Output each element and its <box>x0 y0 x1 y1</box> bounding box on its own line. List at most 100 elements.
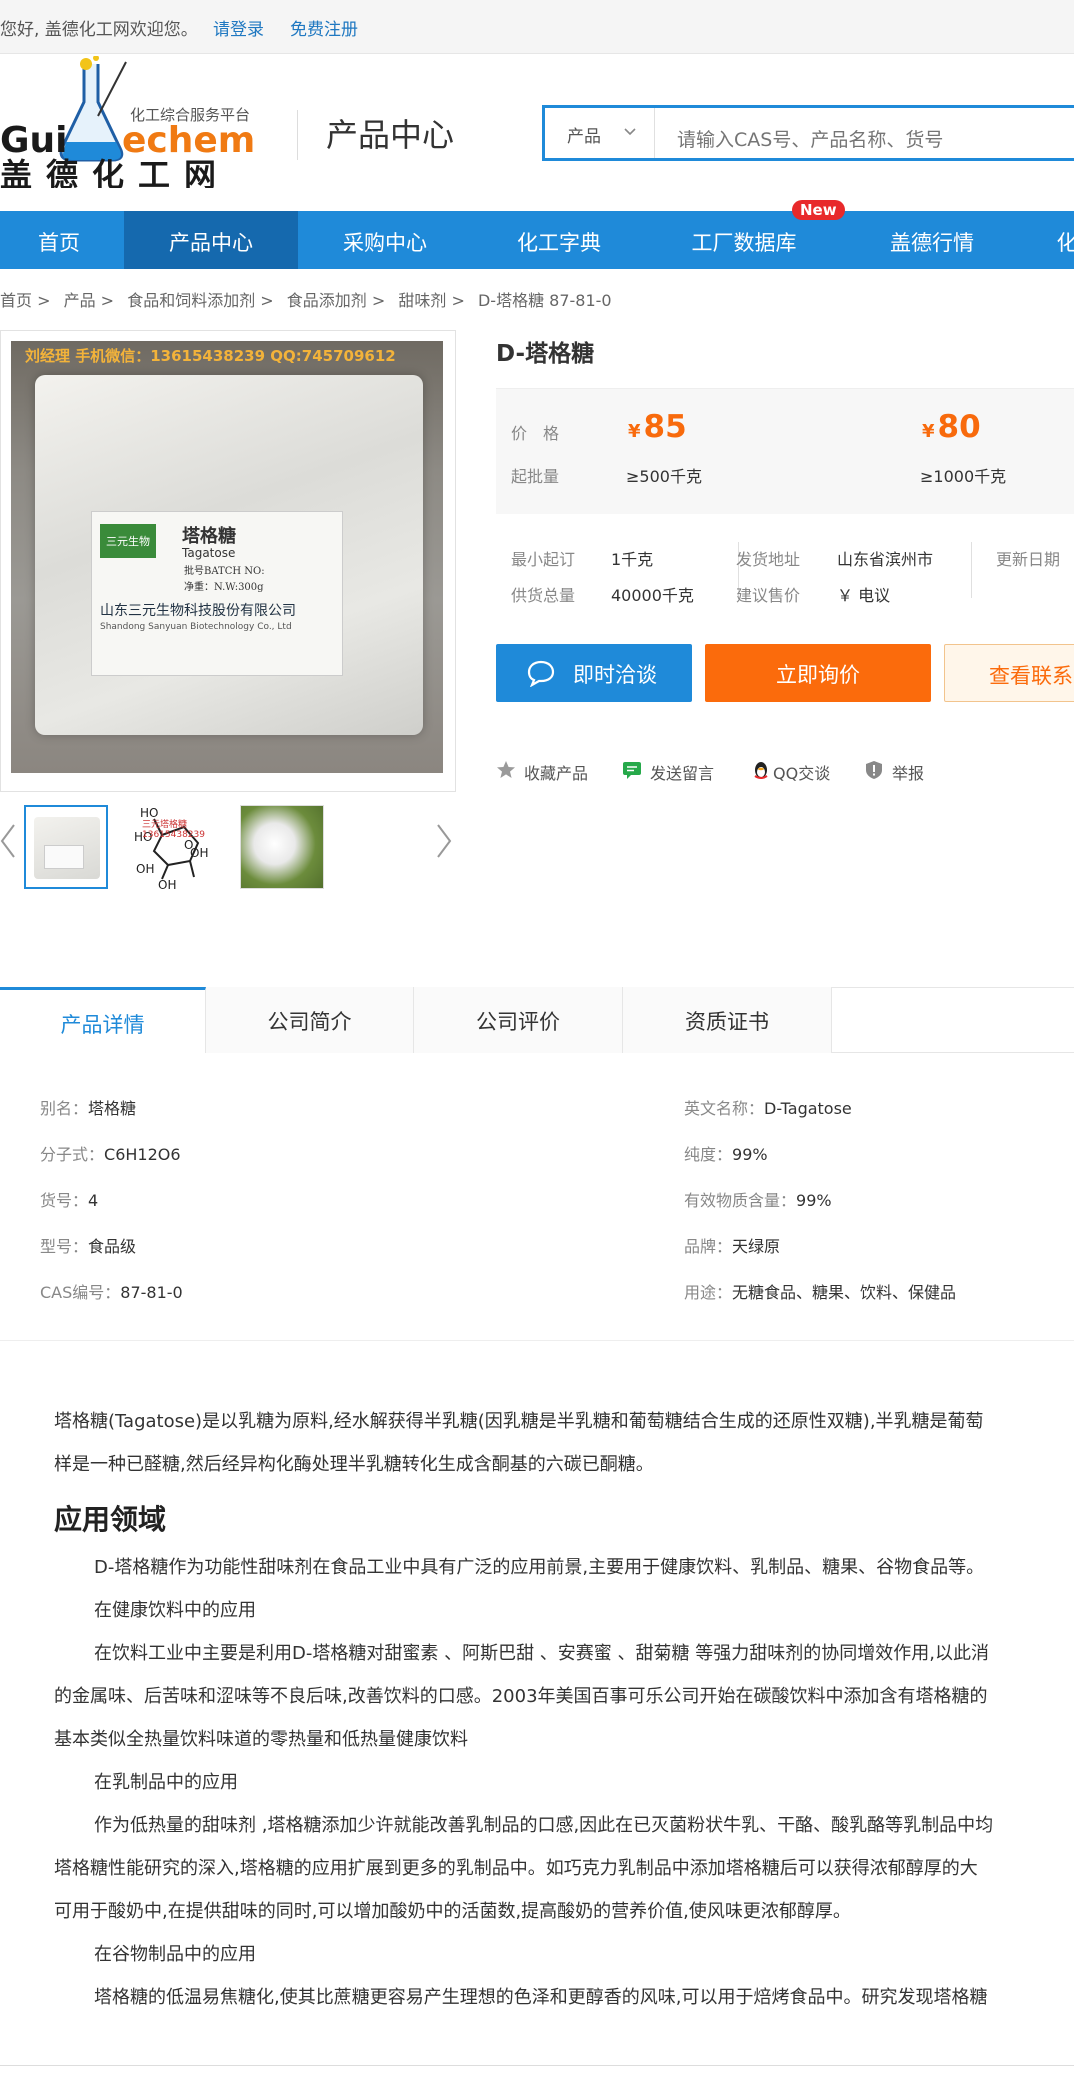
header-divider <box>297 110 298 160</box>
cereal-line-1: 塔格糖的低温易焦糖化,使其比蔗糖更容易产生理想的色泽和更醇香的风味,可以用于焙烤… <box>94 1987 988 2008</box>
nav-item-purchase[interactable]: 采购中心 <box>298 211 472 269</box>
breadcrumb-home[interactable]: 首页 > <box>0 291 51 310</box>
attr-english-name: 英文名称：D-Tagatose <box>684 1095 852 1119</box>
qq-penguin-icon <box>751 760 771 780</box>
favorite-label: 收藏产品 <box>524 764 589 783</box>
attr-value: D-Tagatose <box>764 1099 852 1118</box>
price-value: 85 <box>643 409 687 445</box>
attr-key: 分子式： <box>40 1145 105 1164</box>
thumbnail-strip: HO HO O OH OH OH 三元塔格糖 13615438239 <box>0 805 456 890</box>
attr-cas: CAS编号：87-81-0 <box>40 1279 183 1303</box>
subheading-cereal: 在谷物制品中的应用 <box>94 1944 256 1965</box>
supply-value: 40000千克 <box>611 586 694 605</box>
chevron-right-icon[interactable] <box>436 823 452 868</box>
site-logo[interactable]: 化工综合服务平台 Gui echem 盖德化工网 <box>0 55 270 194</box>
attr-value: C6H12O6 <box>104 1145 181 1164</box>
thumbnail-spoon-photo <box>241 806 323 888</box>
attr-key: 型号： <box>40 1237 89 1256</box>
top-bar: 您好, 盖德化工网欢迎您。 请登录 免费注册 <box>0 0 1074 54</box>
ship-label: 发货地址 <box>736 550 801 569</box>
nav-item-market[interactable]: 盖德行情 <box>842 211 1022 269</box>
chat-button-label: 即时洽谈 <box>573 663 657 687</box>
price-tier-1: ¥85 <box>628 409 687 445</box>
thumbnail-2[interactable]: HO HO O OH OH OH 三元塔格糖 13615438239 <box>132 805 216 889</box>
search-input[interactable] <box>657 108 1074 158</box>
login-link[interactable]: 请登录 <box>213 15 264 40</box>
chat-button[interactable]: 即时洽谈 <box>496 644 692 702</box>
currency-symbol: ¥ <box>922 421 935 442</box>
attr-key: 品牌： <box>684 1237 733 1256</box>
tab-company-review[interactable]: 公司评价 <box>414 987 623 1053</box>
breadcrumb-sweetener[interactable]: 甜味剂 > <box>398 291 465 310</box>
inquire-button[interactable]: 立即询价 <box>705 644 931 702</box>
subheading-beverage: 在健康饮料中的应用 <box>94 1600 256 1621</box>
attr-value: 99% <box>732 1145 768 1164</box>
update-date-label: 更新日期 <box>996 550 1061 569</box>
label-weight: 净重：N.W:300g <box>184 582 264 593</box>
nav-item-home[interactable]: 首页 <box>0 211 118 269</box>
label-product-en: Tagatose <box>182 546 236 560</box>
price-value: 80 <box>937 409 981 445</box>
attr-value: 87-81-0 <box>120 1283 183 1302</box>
attr-key: 英文名称： <box>684 1099 765 1118</box>
detail-tabs: 产品详情 公司简介 公司评价 资质证书 <box>0 987 1074 1053</box>
nav-item-more[interactable]: 化 <box>1052 211 1074 269</box>
intro-line-2: 样是一种已醛糖,然后经异构化酶处理半乳糖转化生成含酮基的六碳已酮糖。 <box>54 1454 654 1475</box>
ship-value: 山东省滨州市 <box>837 550 934 569</box>
logo-english-left: Gui <box>0 120 68 161</box>
breadcrumb-products[interactable]: 产品 > <box>64 291 115 310</box>
thumbnail-1[interactable] <box>24 805 108 889</box>
beverage-line-3: 基本类似全热量饮料味道的零热量和低热量健康饮料 <box>54 1729 468 1750</box>
greeting-text: 您好, 盖德化工网欢迎您。 <box>0 20 198 40</box>
attr-key: 用途： <box>684 1283 733 1302</box>
label-company: 山东三元生物科技股份有限公司 <box>100 603 296 619</box>
attr-key: 有效物质含量： <box>684 1191 797 1210</box>
nav-item-products[interactable]: 产品中心 <box>124 211 298 269</box>
attr-active-content: 有效物质含量：99% <box>684 1187 832 1211</box>
dairy-line-3: 可用于酸奶中,在提供甜味的同时,可以增加酸奶中的活菌数,提高酸奶的营养价值,使风… <box>54 1901 851 1922</box>
min-qty-label: 起批量 <box>511 467 560 486</box>
report-label: 举报 <box>892 764 925 783</box>
attr-value: 99% <box>796 1191 832 1210</box>
intro-line-1: 塔格糖(Tagatose)是以乳糖为原料,经水解获得半乳糖(因乳糖是半乳糖和葡萄… <box>54 1411 984 1432</box>
attr-value: 天绿原 <box>732 1237 781 1256</box>
shield-icon <box>864 760 884 780</box>
nav-item-dictionary[interactable]: 化工字典 <box>472 211 646 269</box>
breadcrumb-food-additive[interactable]: 食品添加剂 > <box>287 291 386 310</box>
dairy-line-1: 作为低热量的甜味剂 ,塔格糖添加少许就能改善乳制品的口感,因此在已灭菌粉状牛乳、… <box>94 1815 994 1836</box>
attr-alias: 别名：塔格糖 <box>40 1095 136 1119</box>
search-category-select[interactable]: 产品 <box>545 108 655 158</box>
breadcrumb-current: D-塔格糖 87-81-0 <box>477 291 612 310</box>
attr-key: 纯度： <box>684 1145 733 1164</box>
suggest-price-label: 建议售价 <box>736 586 801 605</box>
svg-text:三元塔格糖: 三元塔格糖 <box>142 818 187 830</box>
thumbnail-label <box>44 845 84 869</box>
min-order-value: 1千克 <box>611 550 654 569</box>
tab-company-intro[interactable]: 公司简介 <box>206 987 414 1053</box>
attr-purity: 纯度：99% <box>684 1141 768 1165</box>
price-box: 价 格 起批量 ¥85 ≥500千克 ¥80 ≥1000千克 <box>496 388 1074 514</box>
tab-certificates[interactable]: 资质证书 <box>623 987 832 1053</box>
new-badge: New <box>792 200 845 220</box>
svg-text:OH: OH <box>158 878 176 889</box>
main-nav: 首页 产品中心 采购中心 化工字典 工厂数据库 盖德行情 化 <box>0 211 1074 269</box>
register-link[interactable]: 免费注册 <box>290 15 358 40</box>
tab-product-detail[interactable]: 产品详情 <box>0 987 206 1053</box>
structure-formula-icon: HO HO O OH OH OH 三元塔格糖 13615438239 <box>134 806 208 889</box>
attr-value: 食品级 <box>88 1237 137 1256</box>
price-tier-2: ¥80 <box>922 409 981 445</box>
price-tier-1-qty: ≥500千克 <box>626 467 702 486</box>
view-contact-button[interactable]: 查看联系 <box>944 644 1074 702</box>
min-order-label: 最小起订 <box>511 550 576 569</box>
bottom-divider <box>0 2065 1074 2066</box>
chevron-left-icon[interactable] <box>0 823 16 868</box>
breadcrumb-food-feed[interactable]: 食品和饲料添加剂 > <box>127 291 274 310</box>
thumbnail-3[interactable] <box>240 805 324 889</box>
product-photo: 刘经理 手机微信：13615438239 QQ:745709612 三元生物 塔… <box>11 341 443 773</box>
price-tier-2-qty: ≥1000千克 <box>920 467 1007 486</box>
svg-text:13615438239: 13615438239 <box>142 830 205 840</box>
image-watermark: 刘经理 手机微信：13615438239 QQ:745709612 <box>25 347 396 365</box>
product-main-image[interactable]: 刘经理 手机微信：13615438239 QQ:745709612 三元生物 塔… <box>0 330 456 792</box>
svg-text:OH: OH <box>190 846 208 860</box>
section-title: 产品中心 <box>326 116 455 154</box>
